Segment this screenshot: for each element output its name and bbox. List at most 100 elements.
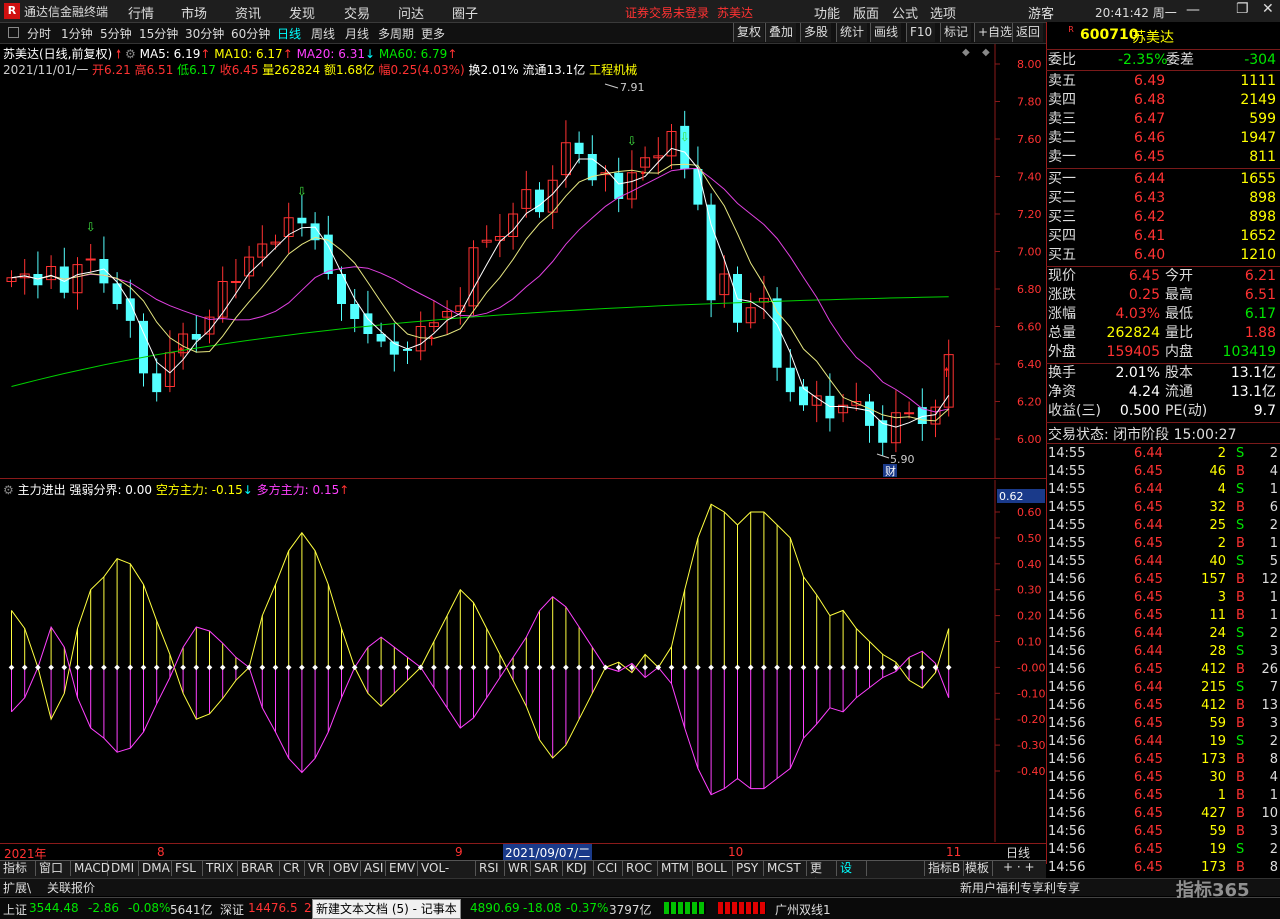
bid-volume: 1210: [1240, 247, 1276, 263]
bid-row[interactable]: 买四 6.41 1652: [1048, 227, 1278, 245]
close-icon[interactable]: ✕: [1262, 1, 1274, 17]
minimize-icon[interactable]: —: [1186, 2, 1200, 18]
candlestick-chart[interactable]: 8.00 7.80 7.60 7.40 7.20 7.00 6.80 6.60 6.40 6.20…: [0, 44, 1046, 478]
period-monthly[interactable]: 月线: [345, 25, 369, 42]
menu-gongshi[interactable]: 公式: [892, 3, 918, 22]
menu-zixun[interactable]: 资讯: [235, 3, 261, 22]
ask-row[interactable]: 卖五 6.49 1111: [1048, 72, 1278, 90]
ask-row[interactable]: 卖三 6.47 599: [1048, 110, 1278, 128]
btn-tongji[interactable]: 统计: [836, 23, 868, 42]
bid-row[interactable]: 买一 6.44 1655: [1048, 170, 1278, 188]
zero-dot: [813, 664, 820, 671]
tab-indicator-10[interactable]: OBV: [330, 860, 361, 876]
tab-indicator-24[interactable]: 更多: [807, 860, 837, 891]
zero-dot: [272, 664, 279, 671]
checkbox-icon[interactable]: [8, 27, 19, 38]
period-30min[interactable]: 30分钟: [185, 25, 224, 42]
tab-indicator-11[interactable]: ASI: [361, 860, 386, 876]
zero-dot: [61, 664, 68, 671]
zero-dot: [365, 664, 371, 671]
ask-row[interactable]: 卖二 6.46 1947: [1048, 129, 1278, 147]
tab-indicator-21[interactable]: BOLL: [693, 860, 733, 876]
period-fenshi[interactable]: 分时: [27, 25, 51, 42]
tab-indicator-4[interactable]: DMA: [139, 860, 172, 876]
btn-huaxian[interactable]: 画线: [870, 23, 902, 42]
menu-jiaoyi[interactable]: 交易: [344, 3, 370, 22]
tick-price: 6.45: [1134, 698, 1163, 713]
zero-dot: [404, 664, 411, 671]
tab-indicator-14[interactable]: RSI: [476, 860, 505, 876]
tab-indicator-3[interactable]: DMI: [108, 860, 139, 876]
tab-indicator-15[interactable]: WR: [505, 860, 531, 876]
tick-row: 14:56 6.45 3 B 1: [1048, 589, 1278, 607]
tick-row: 14:55 6.44 40 S 5: [1048, 553, 1278, 571]
menu-quanzi[interactable]: 圈子: [452, 3, 478, 22]
server-label[interactable]: 广州双线1: [775, 901, 831, 918]
tab-indicator-b[interactable]: 指标B: [924, 860, 965, 876]
period-5min[interactable]: 5分钟: [100, 25, 132, 42]
tab-indicator-20[interactable]: MTM: [658, 860, 693, 876]
period-daily[interactable]: 日线: [277, 25, 301, 42]
tick-time: 14:56: [1048, 788, 1086, 803]
period-1min[interactable]: 1分钟: [61, 25, 93, 42]
tab-indicator-7[interactable]: BRAR: [238, 860, 280, 876]
tab-indicator-13[interactable]: VOL-TDX: [418, 860, 476, 891]
ad-banner[interactable]: 新用户福利专享: [960, 879, 1044, 896]
tab-indicator-8[interactable]: CR: [280, 860, 305, 876]
period-more[interactable]: 更多: [421, 25, 445, 42]
related-quotes-button[interactable]: 关联报价: [47, 879, 95, 896]
indicator-chart[interactable]: 0.62 0.60 0.50 0.40 0.30 0.20 0.10 -0.00 -0.10 -…: [0, 480, 1046, 842]
ad-banner-2[interactable]: 利专享: [1044, 879, 1080, 896]
ask-row[interactable]: 卖四 6.48 2149: [1048, 91, 1278, 109]
btn-zixuan[interactable]: +自选: [974, 23, 1016, 42]
stat-label: 净资: [1048, 384, 1076, 400]
tab-indicator-2[interactable]: MACD: [71, 860, 110, 876]
tab-indicator-25[interactable]: 设置: [837, 860, 867, 891]
stat-label-2: PE(动): [1165, 403, 1208, 419]
ask-row[interactable]: 卖一 6.45 811: [1048, 148, 1278, 166]
btn-diejia[interactable]: 叠加: [765, 23, 797, 42]
add-icon[interactable]: + · +: [1003, 860, 1035, 874]
bid-row[interactable]: 买五 6.40 1210: [1048, 246, 1278, 264]
tab-indicator-6[interactable]: TRIX: [203, 860, 238, 876]
tab-indicator-0[interactable]: 指标A: [0, 860, 36, 891]
user-label[interactable]: 游客: [1028, 3, 1054, 22]
btn-fuquan[interactable]: 复权: [733, 23, 765, 42]
tab-indicator-19[interactable]: ROC: [623, 860, 658, 876]
candle-up: [904, 412, 915, 415]
tab-indicator-17[interactable]: KDJ: [563, 860, 594, 876]
period-weekly[interactable]: 周线: [311, 25, 335, 42]
btn-f10[interactable]: F10: [906, 23, 936, 42]
menu-xuanxiang[interactable]: 选项: [930, 3, 956, 22]
menu-gongneng[interactable]: 功能: [814, 3, 840, 22]
bid-row[interactable]: 买二 6.43 898: [1048, 189, 1278, 207]
bid-row[interactable]: 买三 6.42 898: [1048, 208, 1278, 226]
period-multi[interactable]: 多周期: [378, 25, 414, 42]
period-60min[interactable]: 60分钟: [231, 25, 270, 42]
expand-button[interactable]: 扩展\: [3, 879, 31, 896]
login-status[interactable]: 证券交易未登录: [625, 4, 709, 21]
tab-indicator-12[interactable]: EMV: [386, 860, 418, 876]
stat-label-2: 内盘: [1165, 344, 1193, 360]
indicator-tick-label: -0.10: [1017, 687, 1045, 700]
menu-shichang[interactable]: 市场: [181, 3, 207, 22]
notepad-popup[interactable]: 新建文本文档 (5) - 记事本: [312, 899, 461, 919]
menu-hangqing[interactable]: 行情: [128, 3, 154, 22]
maximize-icon[interactable]: ❐: [1236, 1, 1249, 17]
menu-wenda[interactable]: 问达: [398, 3, 424, 22]
menu-faxian[interactable]: 发现: [289, 3, 315, 22]
tab-indicator-5[interactable]: FSL: [172, 860, 203, 876]
btn-fanhui[interactable]: 返回: [1012, 23, 1044, 42]
tab-indicator-18[interactable]: CCI: [594, 860, 623, 876]
side-tab-daily[interactable]: 日线: [1006, 844, 1030, 861]
tab-indicator-9[interactable]: VR: [305, 860, 330, 876]
btn-biaoji[interactable]: 标记: [940, 23, 972, 42]
tab-indicator-16[interactable]: SAR: [531, 860, 563, 876]
tab-indicator-22[interactable]: PSY: [733, 860, 764, 876]
tab-indicator-23[interactable]: MCST: [764, 860, 807, 876]
tab-template[interactable]: 模板: [962, 860, 994, 876]
tab-indicator-1[interactable]: 窗口: [36, 860, 71, 876]
period-15min[interactable]: 15分钟: [139, 25, 178, 42]
menu-banmian[interactable]: 版面: [853, 3, 879, 22]
btn-duogu[interactable]: 多股: [800, 23, 832, 42]
